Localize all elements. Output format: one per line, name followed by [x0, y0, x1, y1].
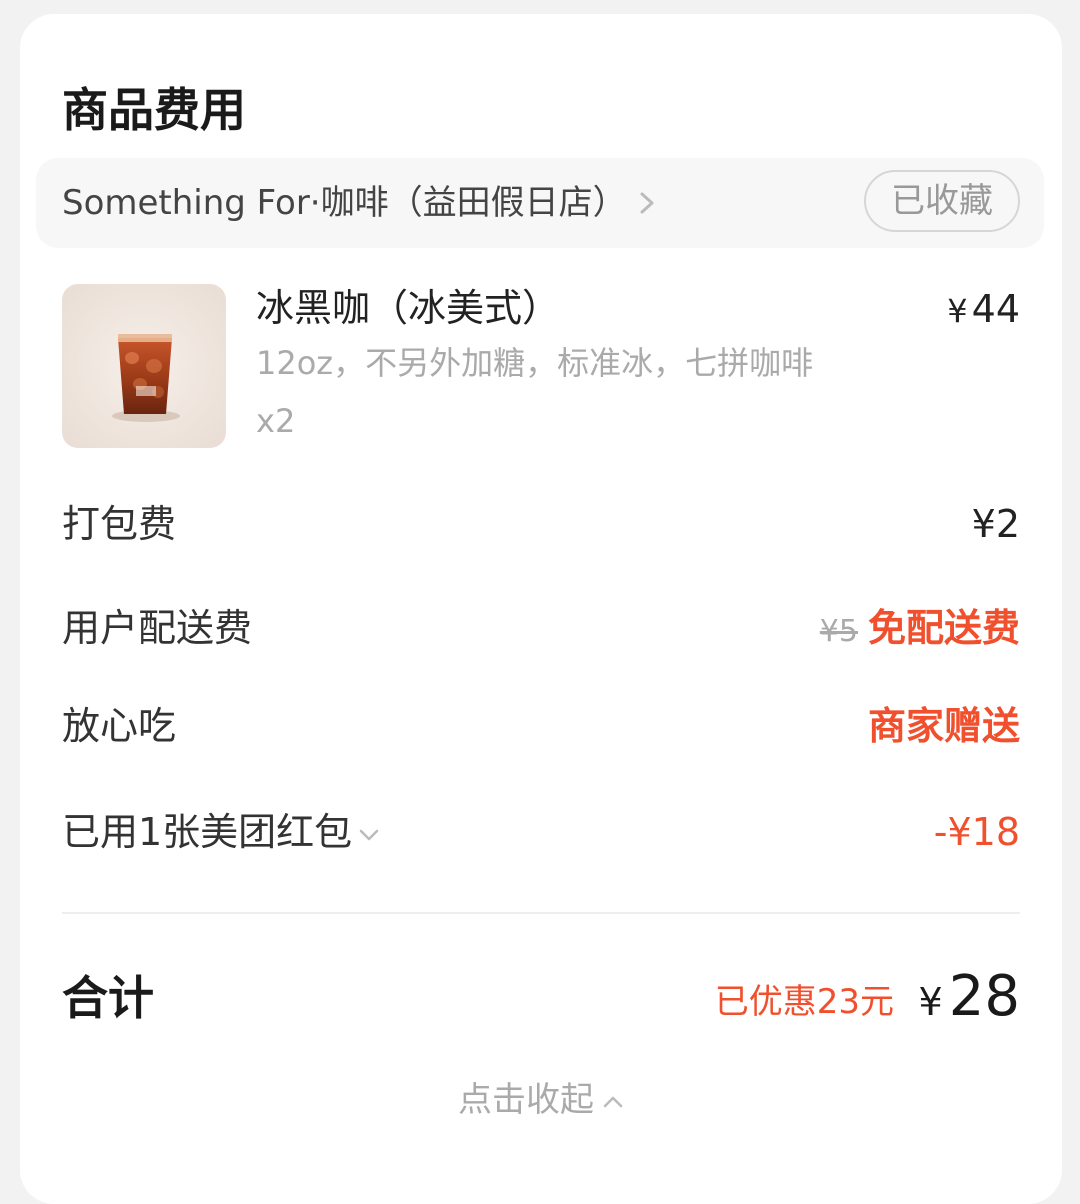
total-currency-symbol: ¥	[918, 980, 943, 1024]
packaging-fee-value: ¥2	[971, 502, 1020, 546]
coupon-value: -¥18	[933, 810, 1020, 854]
product-image[interactable]	[62, 284, 226, 448]
total-label: 合计	[62, 971, 154, 1025]
delivery-fee-label: 用户配送费	[62, 606, 253, 650]
shop-bar[interactable]: Something For·咖啡（益田假日店） 已收藏	[36, 158, 1044, 248]
section-title: 商品费用	[62, 83, 246, 137]
favorited-button[interactable]: 已收藏	[864, 170, 1020, 232]
assurance-value: 商家赠送	[867, 704, 1020, 748]
product-quantity: x2	[256, 402, 296, 440]
collapse-button[interactable]: 点击收起	[20, 1078, 1062, 1122]
coupon-row[interactable]: 已用1张美团红包	[62, 808, 380, 856]
delivery-fee-value-group: ¥5 免配送费	[820, 604, 1020, 656]
divider	[62, 912, 1020, 914]
chevron-up-icon[interactable]	[602, 1095, 624, 1109]
product-name[interactable]: 冰黑咖（冰美式）	[256, 284, 560, 332]
shop-name[interactable]: Something For·咖啡（益田假日店）	[62, 182, 627, 224]
currency-symbol: ¥	[947, 292, 968, 330]
product-price: ¥44	[947, 286, 1020, 334]
collapse-label[interactable]: 点击收起	[458, 1080, 594, 1120]
total-amount: 28	[948, 964, 1020, 1029]
chevron-down-icon[interactable]	[358, 828, 380, 842]
total-discount: 已优惠23元	[714, 982, 894, 1022]
product-price-value: 44	[971, 287, 1020, 331]
delivery-fee-value: 免配送费	[867, 606, 1020, 650]
fee-card: 商品费用 Something For·咖啡（益田假日店） 已收藏 冰黑咖（冰美式…	[20, 14, 1062, 1204]
coupon-label[interactable]: 已用1张美团红包	[62, 810, 352, 854]
product-spec: 12oz，不另外加糖，标准冰，七拼咖啡	[256, 344, 814, 382]
chevron-right-icon[interactable]	[636, 192, 658, 214]
packaging-fee-label: 打包费	[62, 502, 177, 546]
assurance-label: 放心吃	[62, 704, 177, 748]
total-price: ¥28	[919, 964, 1020, 1035]
delivery-fee-original: ¥5	[819, 614, 858, 649]
